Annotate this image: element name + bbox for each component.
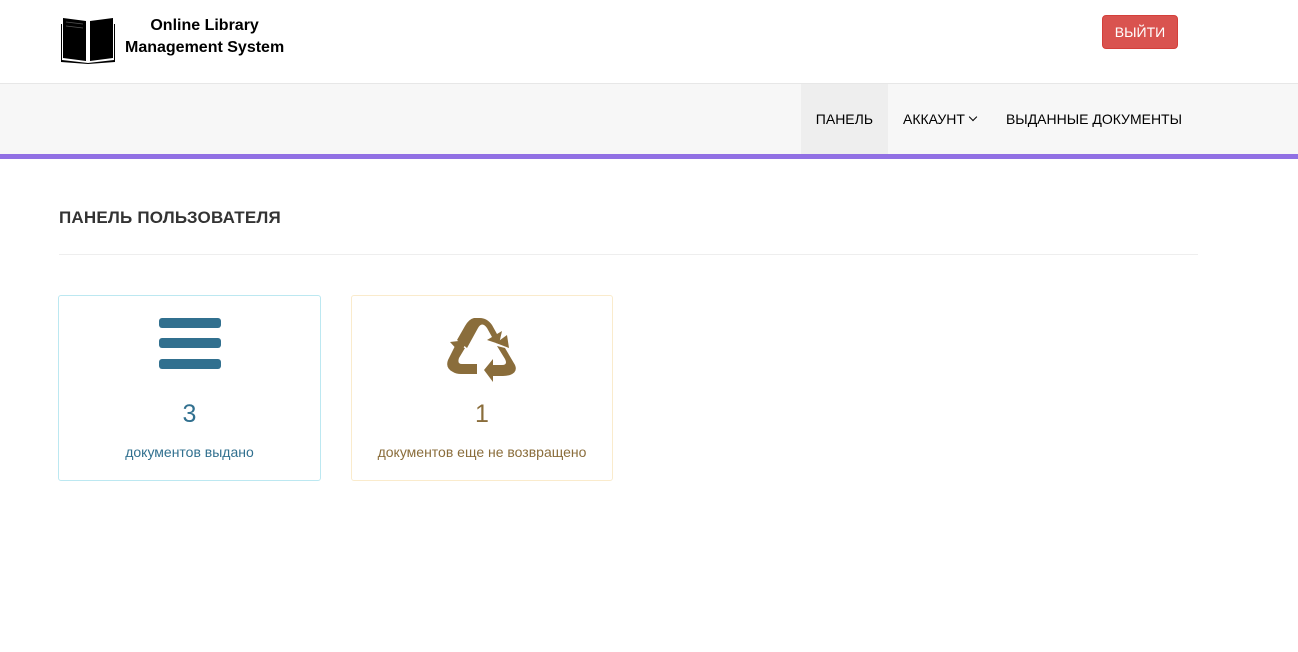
not-returned-label: документов еще не возвращено <box>377 444 587 460</box>
logout-button[interactable]: ВЫЙТИ <box>1102 15 1178 49</box>
nav-item-label: ВЫДАННЫЕ ДОКУМЕНТЫ <box>1005 111 1182 127</box>
not-returned-count: 1 <box>475 400 489 428</box>
nav-item-label: ПАНЕЛЬ <box>815 111 874 127</box>
issued-documents-card: 3 документов выдано <box>58 295 321 481</box>
brand-line-2: Management System <box>125 39 285 56</box>
nav-item-label: АККАУНТ <box>903 111 965 127</box>
nav-item-issued-documents[interactable]: ВЫДАННЫЕ ДОКУМЕНТЫ <box>991 84 1197 154</box>
issued-label: документов выдано <box>125 444 254 460</box>
open-book-icon <box>61 18 115 64</box>
bars-icon <box>158 318 221 369</box>
brand-title: Online Library Management System <box>125 15 284 59</box>
nav-item-dashboard[interactable]: ПАНЕЛЬ <box>800 84 889 154</box>
chevron-down-icon <box>968 112 978 122</box>
not-returned-card: 1 документов еще не возвращено <box>351 295 613 481</box>
nav-item-account[interactable]: АККАУНТ <box>888 84 991 154</box>
issued-count: 3 <box>182 400 197 428</box>
title-divider <box>59 254 1198 255</box>
brand-link[interactable]: Online Library Management System <box>61 14 284 64</box>
page-title: ПАНЕЛЬ ПОЛЬЗОВАТЕЛЯ <box>59 208 281 227</box>
main-navbar: ПАНЕЛЬ АККАУНТ ВЫДАННЫЕ ДОКУМЕНТЫ <box>0 84 1298 159</box>
recycle-icon <box>447 318 516 382</box>
nav-menu: ПАНЕЛЬ АККАУНТ ВЫДАННЫЕ ДОКУМЕНТЫ <box>800 84 1197 154</box>
site-header: Online Library Management System ВЫЙТИ <box>0 0 1298 84</box>
brand-line-1: Online Library <box>150 17 259 34</box>
